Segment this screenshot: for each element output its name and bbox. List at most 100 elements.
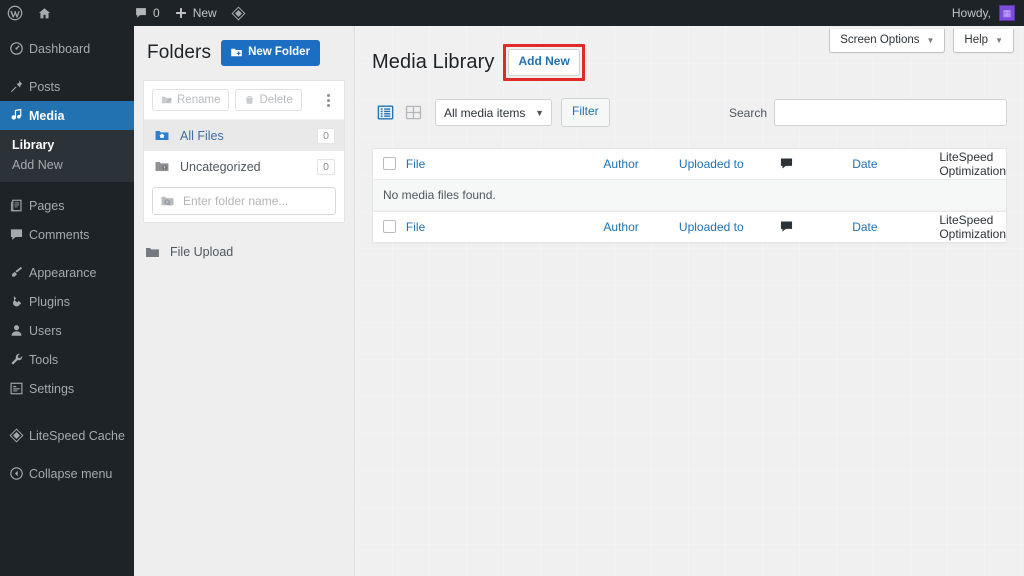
- folder-icon: [144, 245, 161, 260]
- sidebar-divider: [0, 403, 134, 412]
- column-header-author[interactable]: Author: [603, 157, 679, 171]
- media-search-area: Search: [729, 99, 1007, 127]
- folder-pencil-icon: [161, 94, 173, 106]
- help-button[interactable]: Help ▼: [953, 29, 1014, 53]
- kebab-menu-icon[interactable]: [324, 91, 333, 110]
- sidebar-item-litespeed-cache[interactable]: LiteSpeed Cache: [0, 421, 134, 450]
- list-view-icon[interactable]: [372, 100, 398, 126]
- column-header-date[interactable]: Date: [852, 157, 939, 171]
- sidebar-divider: [0, 249, 134, 258]
- page-icon: [9, 198, 29, 213]
- search-input[interactable]: [774, 99, 1007, 127]
- sidebar-item-label: LiteSpeed Cache: [29, 428, 125, 443]
- sidebar-item-media[interactable]: Media: [0, 101, 142, 130]
- folder-row-all-files[interactable]: All Files 0: [144, 120, 344, 151]
- select-all-checkbox-cell: [373, 157, 406, 171]
- table-header-row: File Author Uploaded to Date LiteSpeed O…: [373, 149, 1006, 180]
- sidebar-item-users[interactable]: Users: [0, 316, 134, 345]
- comments-bubble-link[interactable]: 0: [127, 0, 167, 26]
- folder-name-input-wrapper[interactable]: [152, 187, 336, 215]
- folder-plus-icon: [230, 46, 243, 59]
- comments-count: 0: [153, 6, 160, 20]
- add-new-button[interactable]: Add New: [508, 49, 580, 76]
- screen-meta-links: Screen Options ▼ Help ▼: [829, 29, 1014, 53]
- column-footer-date[interactable]: Date: [852, 220, 939, 234]
- file-upload-label: File Upload: [170, 245, 234, 259]
- sidebar-divider: [0, 182, 134, 191]
- plug-icon: [9, 294, 29, 309]
- new-content-menu[interactable]: New: [167, 0, 224, 26]
- submenu-item-library[interactable]: Library: [0, 135, 134, 155]
- media-filter-select[interactable]: All media itemsImagesAudioVideoDocuments…: [435, 99, 552, 127]
- sidebar-item-settings[interactable]: Settings: [0, 374, 134, 403]
- collapse-menu-button[interactable]: Collapse menu: [0, 459, 134, 488]
- comment-bubble-icon: [779, 156, 794, 171]
- sidebar-item-label: Appearance: [29, 265, 97, 280]
- column-footer-file[interactable]: File: [406, 220, 603, 234]
- grid-view-icon[interactable]: [400, 100, 426, 126]
- admin-sidebar: Dashboard Posts Media Library Add New Pa…: [0, 26, 142, 576]
- new-label: New: [192, 6, 217, 20]
- dashboard-icon: [9, 41, 29, 56]
- sidebar-item-plugins[interactable]: Plugins: [0, 287, 134, 316]
- sidebar-item-comments[interactable]: Comments: [0, 220, 134, 249]
- avatar-glyph: ▦: [1002, 7, 1012, 18]
- table-footer-row: File Author Uploaded to Date LiteSpeed O…: [373, 210, 1006, 242]
- folder-name-input[interactable]: [181, 193, 328, 209]
- sidebar-item-dashboard[interactable]: Dashboard: [0, 34, 134, 63]
- sidebar-divider: [0, 63, 134, 72]
- sidebar-item-appearance[interactable]: Appearance: [0, 258, 134, 287]
- empty-state-message: No media files found.: [383, 187, 496, 202]
- delete-folder-button[interactable]: Delete: [235, 89, 302, 111]
- column-footer-comments[interactable]: [779, 219, 853, 234]
- new-folder-button[interactable]: New Folder: [221, 40, 321, 66]
- screen-options-label: Screen Options: [840, 34, 920, 46]
- help-label: Help: [964, 34, 989, 46]
- folders-header: Folders New Folder: [134, 26, 354, 76]
- submenu-item-add-new[interactable]: Add New: [0, 155, 134, 175]
- folder-row-uncategorized[interactable]: Uncategorized 0: [144, 151, 344, 182]
- folder-label: All Files: [180, 128, 224, 143]
- select-all-checkbox-footer[interactable]: [382, 220, 396, 234]
- rename-folder-button[interactable]: Rename: [152, 89, 230, 111]
- howdy-greeting[interactable]: Howdy,: [952, 6, 999, 20]
- chevron-down-icon: ▼: [995, 35, 1003, 45]
- folder-search-icon: [160, 194, 175, 208]
- select-all-checkbox[interactable]: [382, 157, 396, 171]
- admin-bar: 0 New Howdy, ▦: [0, 0, 1024, 26]
- sidebar-divider: [0, 450, 134, 459]
- sidebar-item-pages[interactable]: Pages: [0, 191, 134, 220]
- column-footer-author[interactable]: Author: [603, 220, 679, 234]
- filter-button[interactable]: Filter: [561, 98, 610, 127]
- sidebar-item-posts[interactable]: Posts: [0, 72, 134, 101]
- sidebar-item-label: Media: [29, 108, 65, 123]
- folder-home-icon: [154, 128, 172, 143]
- screen-options-button[interactable]: Screen Options ▼: [829, 29, 946, 53]
- wordpress-logo-icon: [7, 5, 23, 21]
- media-icon: [9, 108, 29, 123]
- folder-info-icon: [154, 159, 172, 174]
- wordpress-logo-menu[interactable]: [0, 0, 30, 26]
- avatar[interactable]: ▦: [999, 5, 1015, 21]
- folders-title: Folders: [147, 42, 212, 63]
- sidebar-item-label: Dashboard: [29, 41, 91, 56]
- plus-icon: [174, 6, 188, 20]
- folder-row-file-upload[interactable]: File Upload: [134, 237, 354, 267]
- media-table: File Author Uploaded to Date LiteSpeed O…: [372, 147, 1007, 243]
- chevron-down-icon: ▼: [926, 35, 935, 45]
- select-all-checkbox-cell-footer: [373, 220, 406, 234]
- users-icon: [9, 323, 29, 338]
- column-header-comments[interactable]: [779, 156, 853, 171]
- column-header-file[interactable]: File: [406, 157, 603, 171]
- litespeed-menu[interactable]: [224, 0, 253, 26]
- sidebar-item-label: Comments: [29, 227, 90, 242]
- trash-icon: [244, 94, 255, 106]
- comment-bubble-icon: [9, 227, 29, 242]
- site-home-link[interactable]: [30, 0, 59, 26]
- empty-state-row: No media files found.: [373, 179, 1006, 211]
- view-switcher: [372, 100, 426, 126]
- sidebar-item-tools[interactable]: Tools: [0, 345, 134, 374]
- column-header-litespeed: LiteSpeed Optimization: [939, 149, 1007, 178]
- column-footer-uploaded-to[interactable]: Uploaded to: [679, 220, 779, 234]
- column-header-uploaded-to[interactable]: Uploaded to: [679, 157, 779, 171]
